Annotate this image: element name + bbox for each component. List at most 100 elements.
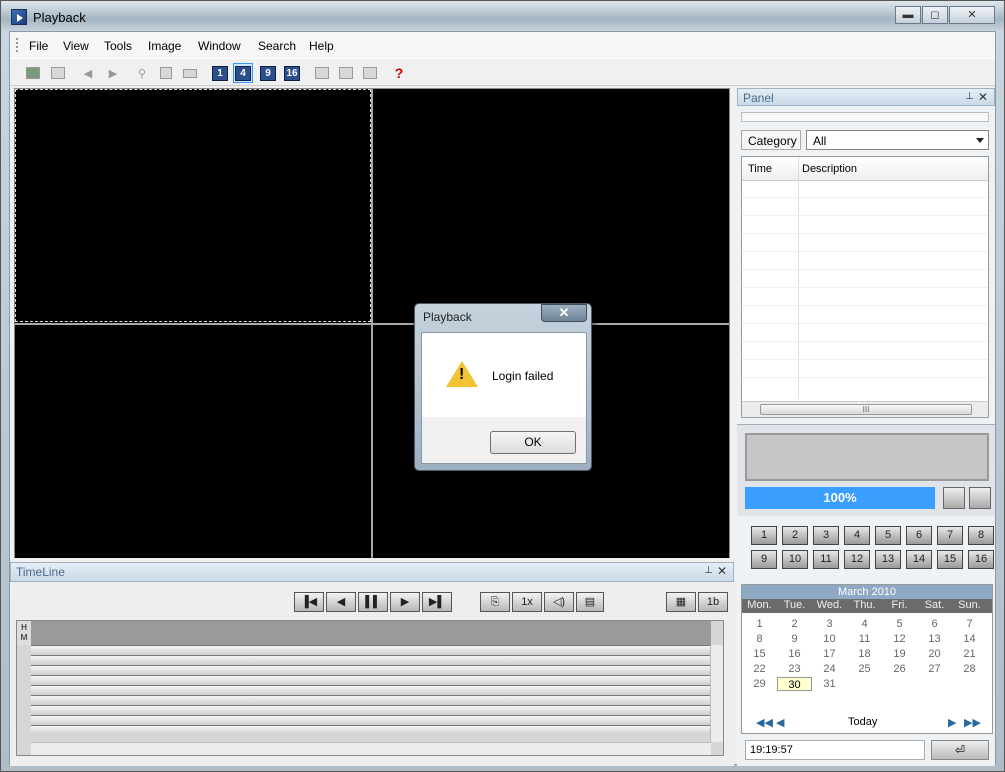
channel-1-button[interactable]: 1 — [751, 526, 777, 545]
menu-window[interactable]: Window — [198, 39, 241, 53]
calendar-day[interactable]: 17 — [812, 647, 847, 661]
zoom-button[interactable]: ⚲ — [132, 63, 152, 83]
close-icon[interactable]: ✕ — [717, 564, 727, 578]
event-list[interactable]: Time Description III — [741, 156, 989, 418]
calendar-day[interactable]: 23 — [777, 662, 812, 676]
channel-6-button[interactable]: 6 — [906, 526, 932, 545]
menu-view[interactable]: View — [63, 39, 89, 53]
clip-list-button[interactable]: ▤ — [576, 592, 604, 612]
channel-14-button[interactable]: 14 — [906, 550, 932, 569]
pause-button[interactable]: ▌▌ — [358, 592, 388, 612]
close-icon[interactable]: ✕ — [978, 90, 988, 104]
calendar-day[interactable]: 20 — [917, 647, 952, 661]
step-back-button[interactable]: ◀ — [326, 592, 356, 612]
timeline-row[interactable] — [31, 715, 711, 725]
calendar-day[interactable]: 31 — [812, 677, 847, 691]
channel-2-button[interactable]: 2 — [782, 526, 808, 545]
panel-slider[interactable] — [741, 112, 989, 122]
timeline-row[interactable] — [31, 685, 711, 695]
minimize-button[interactable]: ▬ — [895, 6, 921, 24]
channel-5-button[interactable]: 5 — [875, 526, 901, 545]
connect-device-button[interactable] — [23, 63, 43, 83]
timeline-grid-button[interactable]: ▦ — [666, 592, 696, 612]
timeline-row[interactable] — [31, 655, 711, 665]
calendar-day[interactable]: 3 — [812, 617, 847, 631]
dialog-close-button[interactable]: ✕ — [541, 304, 587, 322]
calendar-day[interactable]: 11 — [847, 632, 882, 646]
menu-tools[interactable]: Tools — [104, 39, 132, 53]
channel-7-button[interactable]: 7 — [937, 526, 963, 545]
calendar-day[interactable]: 10 — [812, 632, 847, 646]
search-image-button[interactable] — [312, 63, 332, 83]
scrollbar-thumb[interactable]: III — [760, 404, 972, 415]
find-button[interactable] — [336, 63, 356, 83]
skip-end-button[interactable]: ▶▌ — [422, 592, 452, 612]
skip-start-button[interactable]: ▐◀ — [294, 592, 324, 612]
video-cell-1[interactable] — [15, 89, 371, 322]
video-cell-2[interactable] — [373, 89, 729, 322]
export-button[interactable]: ⎘ — [480, 592, 510, 612]
calendar-day[interactable]: 29 — [742, 677, 777, 691]
menu-search[interactable]: Search — [258, 39, 296, 53]
channel-8-button[interactable]: 8 — [968, 526, 994, 545]
prev-month-button[interactable]: ◀ — [776, 716, 784, 729]
calendar-day[interactable]: 9 — [777, 632, 812, 646]
calendar-day[interactable]: 21 — [952, 647, 987, 661]
calendar-day[interactable]: 1 — [742, 617, 777, 631]
calendar-day[interactable]: 12 — [882, 632, 917, 646]
timeline-row[interactable] — [31, 675, 711, 685]
category-select[interactable]: All — [806, 130, 989, 150]
calendar-day[interactable]: 30 — [777, 677, 812, 691]
restore-button[interactable]: ◻ — [922, 6, 948, 24]
calendar-day[interactable]: 15 — [742, 647, 777, 661]
timeline-row[interactable] — [31, 705, 711, 715]
today-button[interactable]: Today — [848, 716, 877, 728]
timeline-grid[interactable]: HM — [16, 620, 724, 756]
timeline-row[interactable] — [31, 695, 711, 705]
menu-help[interactable]: Help — [309, 39, 334, 53]
channel-9-button[interactable]: 9 — [751, 550, 777, 569]
calendar-day[interactable]: 4 — [847, 617, 882, 631]
calendar-day[interactable]: 6 — [917, 617, 952, 631]
pin-icon[interactable]: ⊥ — [704, 565, 713, 576]
calendar-day[interactable]: 27 — [917, 662, 952, 676]
fullscreen-button[interactable] — [360, 63, 380, 83]
calendar-day[interactable]: 7 — [952, 617, 987, 631]
calendar-day[interactable]: 19 — [882, 647, 917, 661]
audio-button[interactable]: ◁) — [544, 592, 574, 612]
next-year-button[interactable]: ▶▶ — [964, 716, 981, 729]
video-cell-3[interactable] — [15, 325, 371, 558]
save-button[interactable] — [156, 63, 176, 83]
prev-year-button[interactable]: ◀◀ — [756, 716, 773, 729]
time-input[interactable]: 19:19:57 — [745, 740, 925, 760]
timeline-row[interactable] — [31, 665, 711, 675]
calendar-day[interactable]: 16 — [777, 647, 812, 661]
layout-16-button[interactable]: 16 — [282, 63, 302, 83]
snapshot-list-button[interactable] — [969, 487, 991, 509]
ok-button[interactable]: OK — [490, 431, 576, 454]
channel-12-button[interactable]: 12 — [844, 550, 870, 569]
channel-13-button[interactable]: 13 — [875, 550, 901, 569]
calendar-day[interactable]: 2 — [777, 617, 812, 631]
save-snapshot-button[interactable] — [943, 487, 965, 509]
disconnect-device-button[interactable] — [48, 63, 68, 83]
channel-10-button[interactable]: 10 — [782, 550, 808, 569]
timeline-horizontal-scrollbar[interactable] — [31, 742, 711, 755]
channel-11-button[interactable]: 11 — [813, 550, 839, 569]
speed-button[interactable]: 1x — [512, 592, 542, 612]
help-button[interactable]: ? — [389, 63, 409, 83]
next-button[interactable]: ▶ — [103, 63, 123, 83]
column-time[interactable]: Time — [748, 163, 772, 175]
calendar-day[interactable]: 28 — [952, 662, 987, 676]
calendar-day[interactable]: 13 — [917, 632, 952, 646]
calendar-day[interactable]: 24 — [812, 662, 847, 676]
channel-3-button[interactable]: 3 — [813, 526, 839, 545]
event-list-scrollbar[interactable]: III — [742, 401, 988, 417]
print-button[interactable] — [180, 63, 200, 83]
menu-image[interactable]: Image — [148, 39, 181, 53]
layout-9-button[interactable]: 9 — [258, 63, 278, 83]
channel-15-button[interactable]: 15 — [937, 550, 963, 569]
channel-16-button[interactable]: 16 — [968, 550, 994, 569]
calendar-day[interactable]: 22 — [742, 662, 777, 676]
close-button[interactable]: ✕ — [949, 6, 995, 24]
